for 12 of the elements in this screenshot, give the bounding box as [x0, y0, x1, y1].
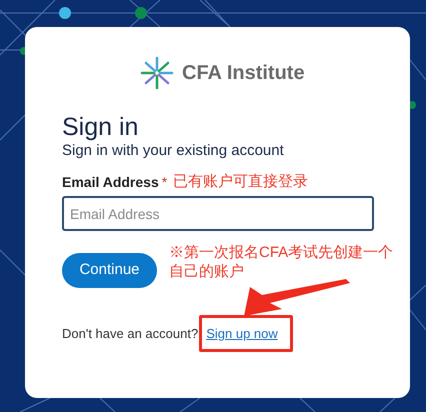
email-field[interactable]: Email Address [62, 196, 374, 231]
prompt-text: Don't have an account? [62, 325, 198, 344]
annotation-text: ※第一次报名CFA考试先创建一个自己的账户 [169, 243, 394, 281]
logo-icon [140, 56, 174, 90]
field-label: Email Address [62, 172, 159, 192]
continue-button[interactable]: Continue [62, 253, 157, 288]
annotation-text: 已有账户可直接登录 [173, 172, 308, 192]
required-mark: * [162, 172, 168, 192]
heading: Sign in [62, 112, 138, 142]
subtitle: Sign in with your existing account [62, 142, 284, 160]
logo-text: CFA Institute [182, 63, 305, 83]
sign-up-link[interactable]: Sign up now [206, 324, 278, 344]
